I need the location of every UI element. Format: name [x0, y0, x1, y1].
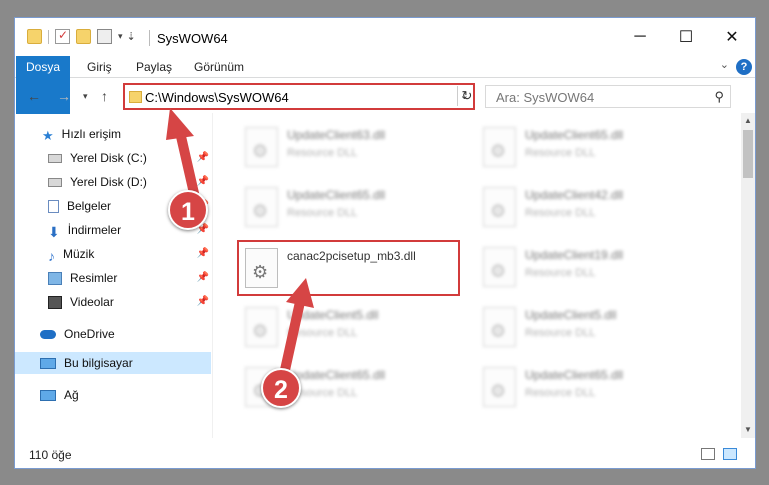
step-2-badge: 2: [261, 368, 301, 408]
annotation-arrows: [166, 108, 314, 375]
arrow-2-head: [286, 278, 314, 308]
arrow-1-head: [166, 108, 194, 140]
step-1-badge: 1: [168, 190, 208, 230]
arrow-2-shaft: [280, 297, 305, 375]
